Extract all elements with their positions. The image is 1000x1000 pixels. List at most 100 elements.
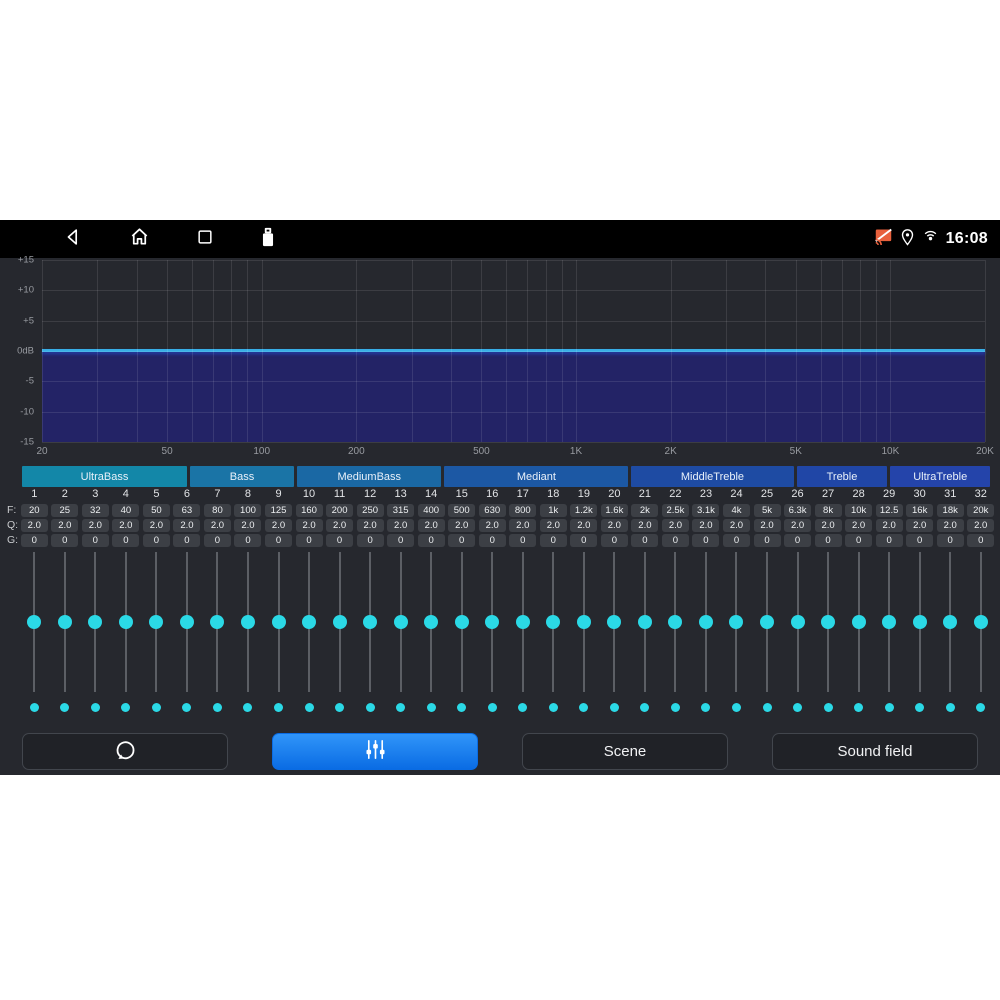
slider-knob[interactable] [88,615,102,629]
eq-slider[interactable] [813,552,844,692]
eq-slider[interactable] [630,552,661,692]
slider-knob[interactable] [668,615,682,629]
q-chip[interactable]: 2.0 [387,519,414,532]
channel-dot[interactable] [457,703,466,712]
slider-knob[interactable] [302,615,316,629]
slider-knob[interactable] [180,615,194,629]
freq-chip[interactable]: 10k [845,504,872,517]
q-chip[interactable]: 2.0 [21,519,48,532]
channel-dot[interactable] [579,703,588,712]
q-chip[interactable]: 2.0 [173,519,200,532]
q-chip[interactable]: 2.0 [692,519,719,532]
eq-slider[interactable] [446,552,477,692]
q-chip[interactable]: 2.0 [418,519,445,532]
eq-slider[interactable] [538,552,569,692]
back-icon[interactable] [62,226,84,253]
home-icon[interactable] [128,225,151,253]
slider-knob[interactable] [485,615,499,629]
channel-dot[interactable] [335,703,344,712]
gain-chip[interactable]: 0 [418,534,445,547]
q-chip[interactable]: 2.0 [662,519,689,532]
eq-slider[interactable] [80,552,111,692]
band-segment-mediumbass[interactable]: MediumBass [297,466,441,487]
freq-chip[interactable]: 800 [509,504,536,517]
q-chip[interactable]: 2.0 [570,519,597,532]
eq-slider[interactable] [752,552,783,692]
freq-chip[interactable]: 1.2k [570,504,597,517]
channel-dot[interactable] [946,703,955,712]
channel-dot[interactable] [396,703,405,712]
gain-chip[interactable]: 0 [631,534,658,547]
eq-slider[interactable] [874,552,905,692]
reset-button[interactable] [22,733,228,770]
eq-slider[interactable] [111,552,142,692]
freq-chip[interactable]: 1.6k [601,504,628,517]
freq-chip[interactable]: 16k [906,504,933,517]
gain-chip[interactable]: 0 [754,534,781,547]
eq-slider[interactable] [477,552,508,692]
freq-chip[interactable]: 80 [204,504,231,517]
eq-slider[interactable] [569,552,600,692]
channel-dot[interactable] [793,703,802,712]
channel-dot[interactable] [366,703,375,712]
slider-knob[interactable] [455,615,469,629]
gain-chip[interactable]: 0 [540,534,567,547]
eq-button[interactable] [272,733,478,770]
channel-dot[interactable] [610,703,619,712]
slider-knob[interactable] [516,615,530,629]
freq-chip[interactable]: 32 [82,504,109,517]
channel-dot[interactable] [488,703,497,712]
gain-chip[interactable]: 0 [509,534,536,547]
q-chip[interactable]: 2.0 [265,519,292,532]
gain-chip[interactable]: 0 [143,534,170,547]
channel-dot[interactable] [182,703,191,712]
freq-chip[interactable]: 100 [234,504,261,517]
slider-knob[interactable] [791,615,805,629]
slider-knob[interactable] [699,615,713,629]
gain-chip[interactable]: 0 [479,534,506,547]
slider-knob[interactable] [272,615,286,629]
eq-slider[interactable] [172,552,203,692]
gain-chip[interactable]: 0 [234,534,261,547]
channel-dot[interactable] [763,703,772,712]
q-chip[interactable]: 2.0 [234,519,261,532]
band-segment-mediant[interactable]: Mediant [444,466,628,487]
gain-chip[interactable]: 0 [173,534,200,547]
eq-slider[interactable] [416,552,447,692]
eq-slider[interactable] [385,552,416,692]
channel-dot[interactable] [213,703,222,712]
freq-chip[interactable]: 50 [143,504,170,517]
eq-slider[interactable] [141,552,172,692]
q-chip[interactable]: 2.0 [906,519,933,532]
channel-dot[interactable] [427,703,436,712]
freq-chip[interactable]: 12.5 [876,504,903,517]
slider-knob[interactable] [394,615,408,629]
channel-dot[interactable] [824,703,833,712]
slider-knob[interactable] [974,615,988,629]
q-chip[interactable]: 2.0 [479,519,506,532]
q-chip[interactable]: 2.0 [845,519,872,532]
freq-chip[interactable]: 4k [723,504,750,517]
freq-chip[interactable]: 400 [418,504,445,517]
eq-slider[interactable] [263,552,294,692]
eq-slider[interactable] [202,552,233,692]
gain-chip[interactable]: 0 [967,534,994,547]
q-chip[interactable]: 2.0 [876,519,903,532]
eq-slider[interactable] [599,552,630,692]
gain-chip[interactable]: 0 [845,534,872,547]
freq-chip[interactable]: 63 [173,504,200,517]
freq-chip[interactable]: 1k [540,504,567,517]
gain-chip[interactable]: 0 [82,534,109,547]
q-chip[interactable]: 2.0 [357,519,384,532]
gain-chip[interactable]: 0 [296,534,323,547]
channel-dot[interactable] [915,703,924,712]
band-segment-bass[interactable]: Bass [190,466,294,487]
scene-button[interactable]: Scene [522,733,728,770]
gain-chip[interactable]: 0 [784,534,811,547]
q-chip[interactable]: 2.0 [937,519,964,532]
slider-knob[interactable] [210,615,224,629]
eq-slider[interactable] [721,552,752,692]
freq-chip[interactable]: 6.3k [784,504,811,517]
channel-dot[interactable] [640,703,649,712]
q-chip[interactable]: 2.0 [967,519,994,532]
